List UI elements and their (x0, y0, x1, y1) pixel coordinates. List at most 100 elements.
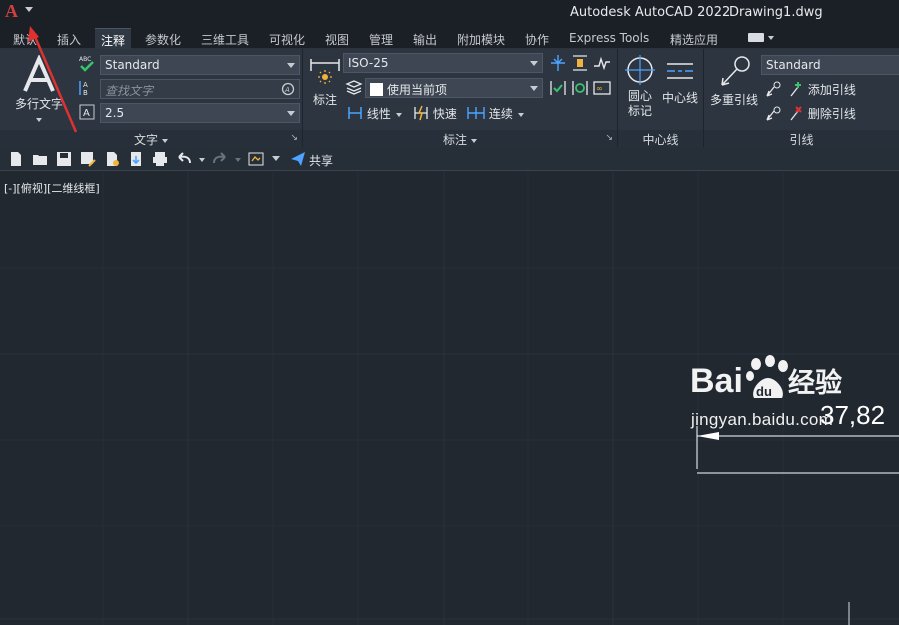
dimension-layer-select[interactable]: 使用当前项 (365, 78, 543, 98)
multiline-text-button[interactable]: 多行文字 (6, 53, 72, 125)
dimension-label: 标注 (312, 93, 337, 107)
open-folder-icon[interactable] (32, 151, 48, 167)
dimension-space-icon[interactable] (571, 54, 589, 72)
text-height-icon[interactable]: A (78, 103, 96, 121)
multiline-text-icon (23, 55, 55, 92)
ribbon-tab-row: 默认 插入 注释 参数化 三维工具 可视化 视图 管理 输出 附加模块 协作 E… (0, 26, 899, 49)
dimension-break-icon[interactable] (549, 54, 567, 72)
center-mark-button[interactable]: 圆心 标记 (622, 53, 658, 125)
update-dimension-icon[interactable] (571, 79, 589, 97)
tab-view[interactable]: 视图 (319, 28, 355, 49)
tab-parametric[interactable]: 参数化 (139, 28, 187, 49)
chevron-down-icon (162, 138, 168, 143)
tab-addins[interactable]: 附加模块 (451, 28, 511, 49)
align-leader-icon[interactable] (764, 81, 782, 99)
continue-dimension-label: 连续 (488, 107, 513, 121)
add-leader-label: 添加引线 (807, 83, 856, 97)
share-icon[interactable] (290, 151, 306, 167)
share-button[interactable]: 共享 (309, 152, 333, 169)
panel-launcher-icon[interactable]: ↘ (290, 133, 298, 143)
multileader-button[interactable]: 多重引线 (706, 53, 762, 125)
inspect-dimension-icon[interactable] (549, 79, 567, 97)
multileader-icon (721, 56, 750, 86)
baidu-watermark: Bai du 经验 (690, 352, 850, 408)
ribbon: 多行文字 ABC Standard A B 查找文字 A A 2.5 文字 ↘ … (0, 49, 899, 147)
tab-express-tools[interactable]: Express Tools (563, 28, 655, 49)
dimension-panel: 标注 ISO-25 使用当前项 线性 快速 连续 ∞ 标注 ↘ (303, 49, 618, 147)
autocad-logo-icon[interactable]: A (5, 1, 23, 23)
remove-leader-icon (790, 106, 802, 121)
reassociate-icon[interactable]: ∞ (593, 79, 611, 97)
dimension-object[interactable] (696, 426, 899, 474)
dimension-button[interactable]: 标注 (307, 53, 343, 125)
open-web-icon[interactable] (104, 151, 120, 167)
svg-text:ABC: ABC (79, 56, 91, 63)
chevron-down-icon (471, 138, 477, 143)
tab-3d-tools[interactable]: 三维工具 (195, 28, 255, 49)
autocad-window: A Autodesk AutoCAD 2022 Drawing1.dwg 默认 … (0, 0, 899, 625)
text-height-select[interactable]: 2.5 (100, 103, 300, 123)
add-leader-button[interactable]: 添加引线 (788, 81, 856, 98)
jogged-line-icon[interactable] (593, 54, 611, 72)
quick-dimension-button[interactable]: 快速 (413, 105, 457, 122)
tab-visualize[interactable]: 可视化 (263, 28, 311, 49)
dimension-panel-title[interactable]: 标注 ↘ (303, 130, 617, 147)
text-panel: 多行文字 ABC Standard A B 查找文字 A A 2.5 文字 ↘ (0, 49, 303, 147)
collect-leader-icon[interactable] (764, 105, 782, 123)
remove-leader-label: 删除引线 (807, 107, 856, 121)
dimension-layer-value: 使用当前项 (387, 83, 448, 97)
remove-leader-button[interactable]: 删除引线 (788, 105, 856, 122)
tab-output[interactable]: 输出 (407, 28, 443, 49)
multileader-style-select[interactable]: Standard (761, 55, 899, 75)
find-text-icon[interactable]: A B (78, 79, 96, 97)
tab-default[interactable]: 默认 (7, 28, 43, 49)
workspace-icon[interactable] (248, 151, 264, 167)
centerline-button[interactable]: 中心线 (660, 53, 700, 125)
tab-insert[interactable]: 插入 (51, 28, 87, 49)
plot-icon[interactable] (152, 151, 168, 167)
chevron-down-icon (530, 86, 538, 91)
text-panel-title-label: 文字 (133, 133, 158, 147)
undo-dropdown-icon[interactable] (199, 158, 205, 162)
viewport-controls[interactable]: [-][俯视][二维线框] (4, 180, 100, 196)
find-text-input[interactable]: 查找文字 A (100, 79, 300, 99)
centerline-panel-title: 中心线 (618, 130, 703, 147)
linear-dimension-label: 线性 (366, 107, 391, 121)
tab-manage[interactable]: 管理 (363, 28, 399, 49)
centerline-panel: 圆心 标记 中心线 中心线 (618, 49, 704, 147)
search-icon[interactable]: A (281, 82, 295, 96)
new-file-icon[interactable] (8, 151, 24, 167)
ribbon-minimize-icon[interactable] (748, 33, 764, 42)
customize-toolbar-icon[interactable] (272, 156, 280, 161)
text-style-select[interactable]: Standard (100, 55, 300, 75)
dimension-panel-title-label: 标注 (442, 133, 467, 147)
save-icon[interactable] (56, 151, 72, 167)
redo-dropdown-icon[interactable] (235, 158, 241, 162)
layer-stack-icon[interactable] (345, 78, 363, 96)
svg-text:∞: ∞ (596, 84, 603, 93)
quick-dimension-label: 快速 (432, 107, 457, 121)
linear-dimension-button[interactable]: 线性 (347, 105, 402, 122)
text-height-value: 2.5 (105, 106, 125, 120)
tab-annotate[interactable]: 注释 (95, 28, 132, 49)
app-menu-caret-icon[interactable] (25, 7, 33, 12)
save-as-icon[interactable] (80, 151, 96, 167)
redo-icon[interactable] (212, 151, 228, 167)
spellcheck-icon[interactable]: ABC (78, 55, 96, 73)
tab-collaborate[interactable]: 协作 (519, 28, 555, 49)
panel-launcher-icon[interactable]: ↘ (605, 133, 613, 143)
dimension-style-select[interactable]: ISO-25 (343, 53, 543, 73)
centerline-icon (667, 63, 693, 79)
dimension-icon (310, 59, 340, 84)
tab-featured-apps[interactable]: 精选应用 (664, 28, 724, 49)
continue-dimension-button[interactable]: 连续 (467, 105, 524, 122)
svg-text:A: A (83, 108, 90, 119)
chevron-down-icon (530, 61, 538, 66)
centerline-label: 中心线 (661, 91, 698, 105)
ribbon-options-caret-icon[interactable] (768, 36, 774, 40)
save-web-icon[interactable] (128, 151, 144, 167)
undo-icon[interactable] (176, 151, 192, 167)
multileader-style-value: Standard (766, 58, 821, 72)
text-panel-title[interactable]: 文字 ↘ (0, 130, 302, 147)
svg-text:A: A (83, 81, 88, 89)
